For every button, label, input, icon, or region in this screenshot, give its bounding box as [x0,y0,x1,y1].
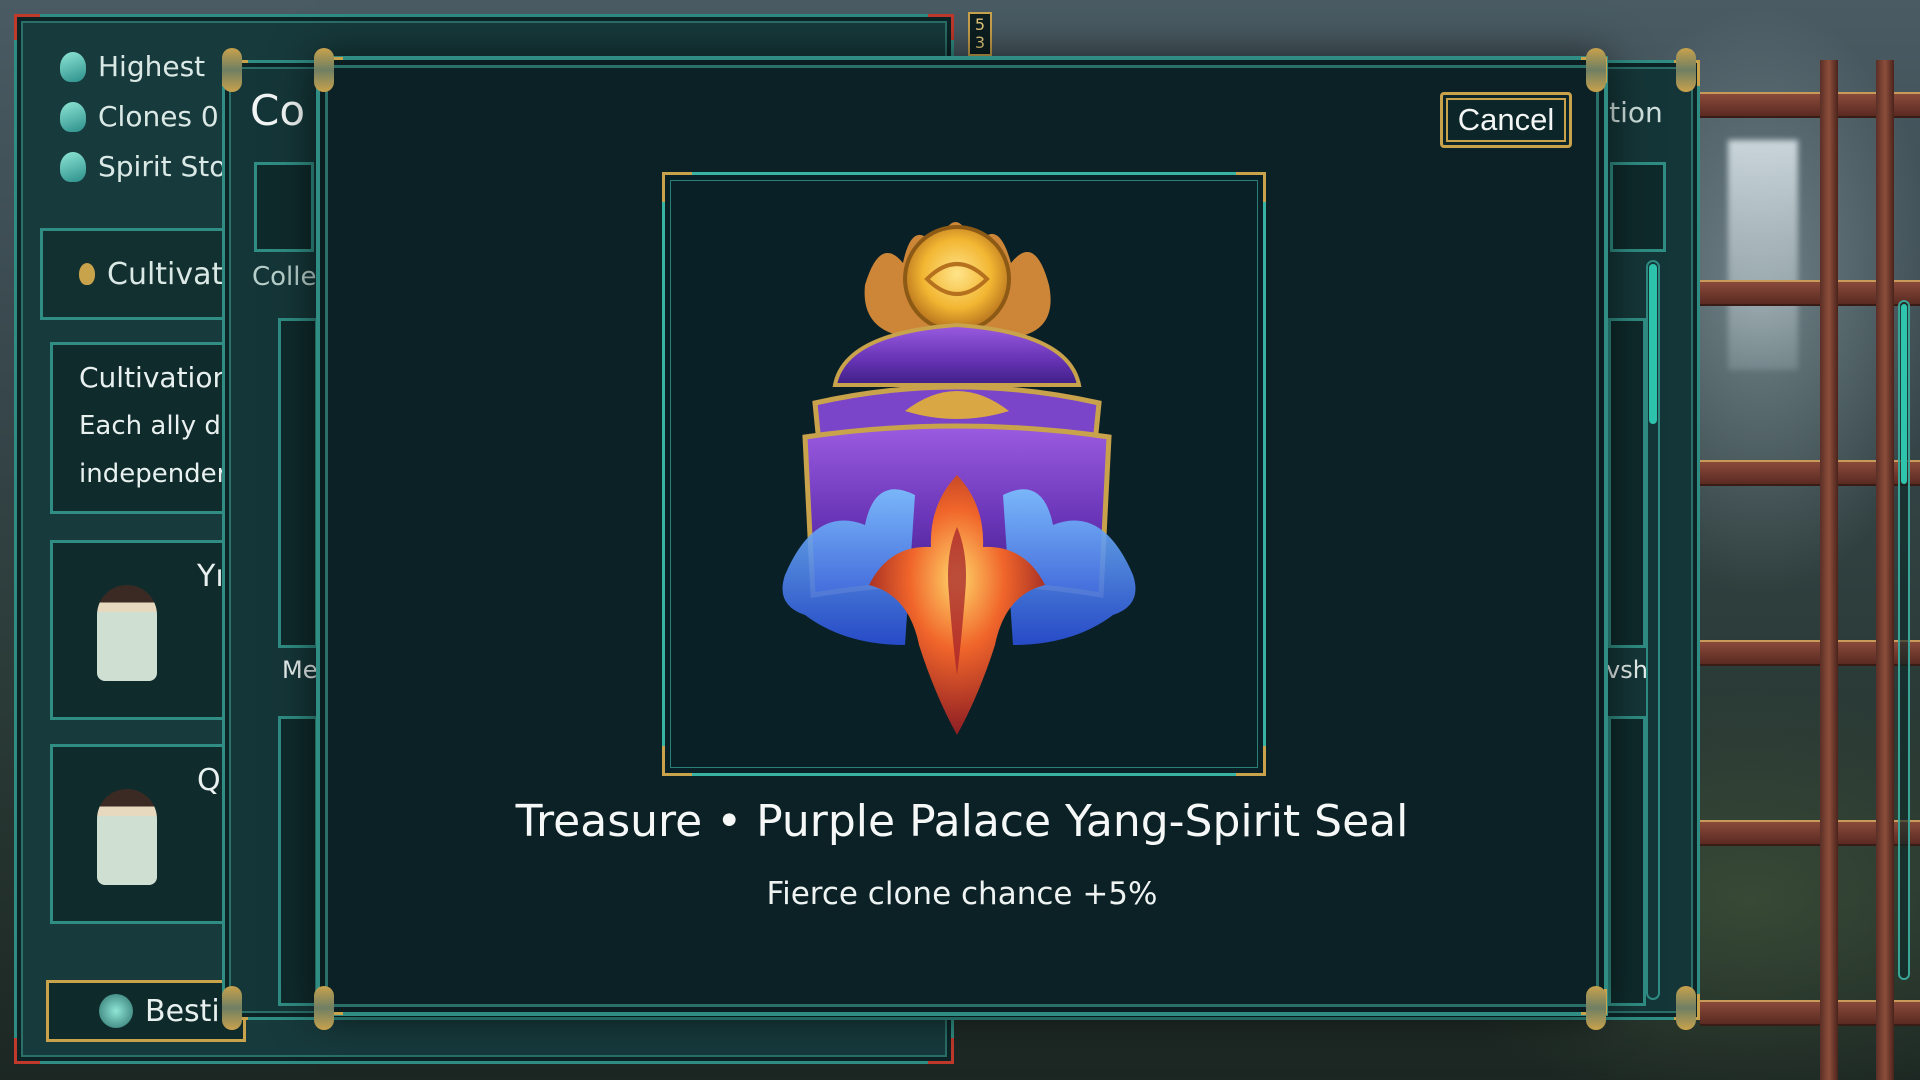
ornament-gem [1586,48,1606,92]
stat-spirit-stones: Spirit Sto [60,150,226,183]
tab-cultivation[interactable]: Cultivat [40,228,240,320]
collection-list-box [278,716,318,1006]
ornament-gem [1586,986,1606,1030]
collection-list-box [1608,716,1646,1006]
ornament-gem [314,48,334,92]
collection-tag: vsh [1606,656,1648,684]
clones-icon [60,101,86,132]
walkway-structure [1700,0,1920,1080]
cancel-button[interactable]: Cancel [1440,92,1572,148]
character-card[interactable]: Q [50,744,240,924]
figure-icon [60,51,86,82]
spirit-stone-icon [60,151,86,182]
collection-subtitle: Colle [252,262,317,292]
item-title: Treasure • Purple Palace Yang-Spirit Sea… [515,796,1409,847]
stat-clones: Clones 0 [60,100,219,133]
option-slot[interactable] [1610,162,1666,252]
item-description: Fierce clone chance +5% [766,876,1158,912]
cultivation-info-card: Cultivation Each ally d independer [50,342,240,514]
bestiary-button[interactable]: Besti [46,980,246,1042]
character-portrait [97,789,157,885]
collection-list-box [278,318,318,648]
ornament-gem [1676,986,1696,1030]
character-card[interactable]: Yı [50,540,240,720]
character-portrait [97,585,157,681]
collection-scrollbar[interactable] [1646,260,1660,1000]
bestiary-icon [99,994,133,1028]
ornament-gem [222,986,242,1030]
stat-highest: Highest [60,50,205,83]
ornament-gem [1676,48,1696,92]
collection-list-box [1608,318,1646,648]
purple-palace-seal-icon [782,222,1136,735]
ornament-gem [222,48,242,92]
count-badge: 5 3 [968,12,992,56]
ornament-gem [314,986,334,1030]
right-scrollbar[interactable] [1898,300,1910,980]
flame-icon [79,263,95,285]
collection-slot[interactable] [254,162,314,252]
collection-title: Co [250,86,306,135]
collection-tag: Me [282,656,318,684]
item-image-frame [662,172,1266,776]
